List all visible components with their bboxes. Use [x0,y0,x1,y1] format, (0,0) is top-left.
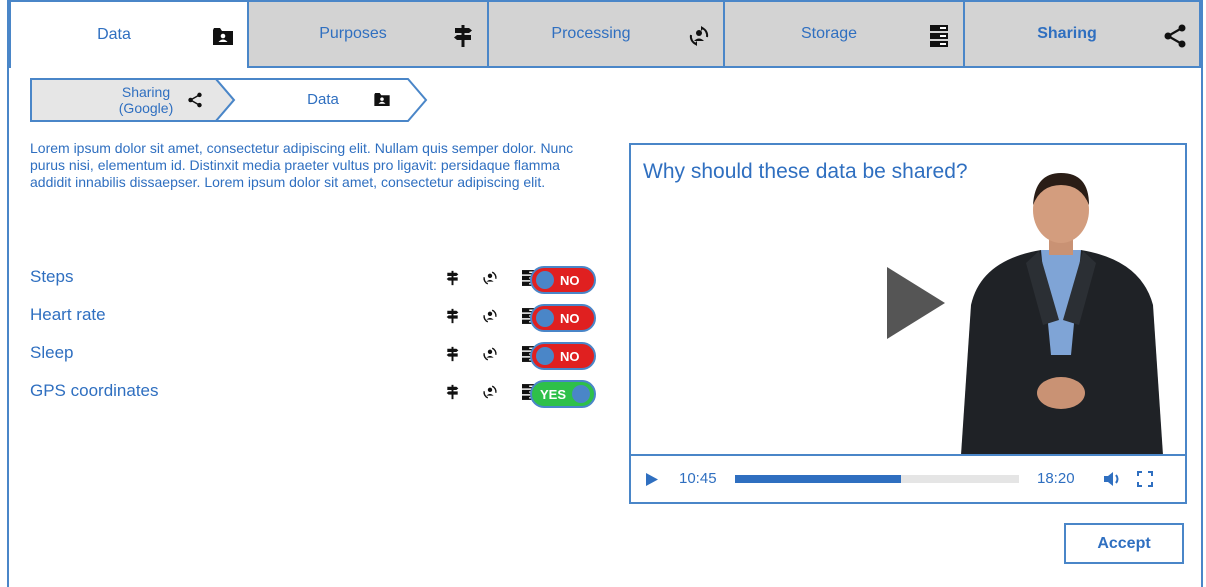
tab-bar: Data Purposes Processing Storage Sharing [9,0,1201,68]
tab-label: Purposes [319,25,387,42]
consent-toggle[interactable]: NO [530,342,596,370]
tab-data[interactable]: Data [9,0,249,68]
data-list: Steps NO Heart rate NO Sleep NO GPS coor… [30,262,600,414]
toggle-knob [536,347,554,365]
presenter-image [961,173,1163,455]
total-time: 18:20 [1037,470,1075,487]
play-icon[interactable] [885,265,947,341]
video-player[interactable]: Why should these data be shared? 10:45 1… [629,143,1187,504]
processing-person-icon [480,306,500,326]
breadcrumb-item-sharing[interactable]: Sharing (Google) [106,84,186,116]
consent-toggle[interactable]: YES [530,380,596,408]
tab-label: Storage [800,25,858,42]
intro-text: Lorem ipsum dolor sit amet, consectetur … [30,140,574,190]
current-time: 10:45 [679,470,717,487]
toggle-state: NO [560,349,580,364]
progress-fill [735,475,902,483]
processing-person-icon [480,382,500,402]
toggle-knob [536,271,554,289]
signpost-icon [442,268,462,288]
list-item: Steps NO [30,262,600,300]
tab-label: Processing [551,25,631,42]
folder-person-icon [211,24,235,48]
tab-sharing[interactable]: Sharing [965,0,1201,68]
play-icon[interactable] [645,472,659,487]
tab-label: Sharing [1037,25,1097,42]
toggle-state: YES [540,387,567,402]
row-label: Sleep [30,343,74,362]
processing-person-icon [480,344,500,364]
accept-button[interactable]: Accept [1064,523,1184,564]
processing-person-icon [480,268,500,288]
tab-label: Data [97,26,131,43]
volume-icon[interactable] [1103,471,1121,487]
list-item: Heart rate NO [30,300,600,338]
processing-person-icon [687,24,711,48]
toggle-knob [572,385,590,403]
tab-purposes[interactable]: Purposes [249,0,489,68]
signpost-icon [442,306,462,326]
tab-processing[interactable]: Processing [489,0,725,68]
row-label: GPS coordinates [30,381,159,400]
share-icon [1163,24,1187,48]
row-label: Steps [30,267,74,286]
progress-bar[interactable] [735,475,1019,483]
consent-toggle[interactable]: NO [530,266,596,294]
toggle-knob [536,309,554,327]
breadcrumb-item-data[interactable]: Data [298,92,348,108]
fullscreen-icon[interactable] [1137,471,1153,487]
tab-storage[interactable]: Storage [725,0,965,68]
row-label: Heart rate [30,305,106,324]
signpost-icon [442,344,462,364]
toggle-state: NO [560,311,580,326]
signpost-icon [451,24,475,48]
consent-toggle[interactable]: NO [530,304,596,332]
toggle-state: NO [560,273,580,288]
server-icon [927,24,951,48]
video-title: Why should these data be shared? [643,160,968,183]
video-controls: 10:45 18:20 [631,454,1185,502]
list-item: Sleep NO [30,338,600,376]
list-item: GPS coordinates YES [30,376,600,414]
signpost-icon [442,382,462,402]
